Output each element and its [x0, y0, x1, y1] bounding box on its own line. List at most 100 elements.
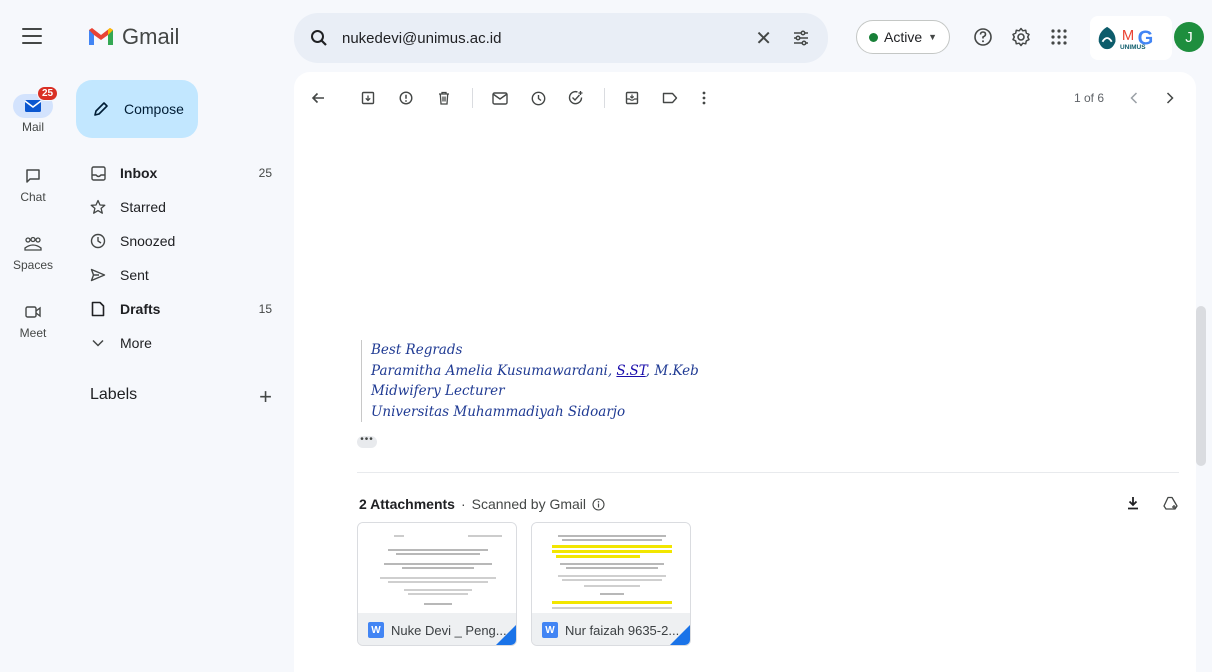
status-label: Active [884, 29, 923, 45]
clock-icon [90, 233, 106, 249]
search-options-icon[interactable] [792, 29, 810, 47]
search-input[interactable]: nukedevi@unimus.ac.id [342, 30, 755, 47]
move-to-icon[interactable] [622, 88, 642, 108]
nav-count: 15 [258, 302, 272, 316]
rail-item-chat[interactable]: Chat [0, 164, 66, 204]
search-bar[interactable]: nukedevi@unimus.ac.id ✕ [294, 13, 828, 63]
page-fold-icon [670, 625, 690, 645]
organization-wordmark: M G UNIMUS [1120, 27, 1153, 51]
document-preview [358, 523, 516, 613]
star-icon [90, 199, 106, 215]
mail-icon: 25 [13, 86, 59, 118]
more-vert-icon[interactable] [694, 88, 714, 108]
main-menu-icon[interactable] [22, 28, 42, 44]
chat-icon [17, 164, 49, 188]
label-tag-icon[interactable] [660, 88, 680, 108]
search-icon[interactable] [310, 29, 328, 47]
attachment-card[interactable]: W Nuke Devi _ Peng... [357, 522, 517, 646]
nav-label: Drafts [120, 301, 161, 317]
mark-unread-icon[interactable] [490, 88, 510, 108]
newer-chevron-icon[interactable] [1124, 88, 1144, 108]
labels-heading: Labels [90, 386, 138, 403]
show-trimmed-content-button[interactable]: ••• [357, 435, 377, 448]
download-all-icon[interactable] [1122, 492, 1144, 514]
word-doc-icon: W [368, 622, 384, 638]
nav-label: Inbox [120, 165, 158, 181]
nav-item-sent[interactable]: Sent [76, 258, 286, 292]
attachment-footer: W Nuke Devi _ Peng... [358, 613, 516, 645]
page-fold-icon [496, 625, 516, 645]
help-icon[interactable] [972, 26, 994, 48]
snooze-clock-icon[interactable] [528, 88, 548, 108]
signature-line: Universitas Muhammadiyah Sidoarjo [371, 403, 626, 420]
caret-down-icon: ▼ [928, 32, 938, 42]
apps-grid-icon[interactable] [1048, 26, 1070, 48]
nav-label: Starred [120, 199, 166, 215]
pencil-icon [94, 102, 108, 116]
add-to-drive-icon[interactable] [1160, 492, 1182, 514]
inbox-icon [90, 165, 106, 181]
toolbar-divider [472, 88, 473, 108]
attachment-card[interactable]: W Nur faizah 9635-2... [531, 522, 691, 646]
folder-nav: Inbox 25 Starred Snoozed Sent Drafts 15 … [76, 156, 286, 360]
signature-link[interactable]: S.ST [616, 363, 645, 379]
app-name: Gmail [122, 24, 180, 49]
settings-gear-icon[interactable] [1010, 26, 1032, 48]
rail-item-spaces[interactable]: Spaces [0, 232, 66, 272]
word-doc-icon: W [542, 622, 558, 638]
signature-line: Midwifery Lecturer [371, 383, 505, 399]
nav-item-drafts[interactable]: Drafts 15 [76, 292, 286, 326]
signature-line: Best Regrads [371, 342, 463, 358]
compose-button[interactable]: Compose [76, 80, 198, 138]
chevron-down-icon [90, 335, 106, 351]
organization-logo[interactable]: M G UNIMUS [1090, 16, 1172, 60]
rail-label-spaces: Spaces [12, 258, 54, 272]
gmail-logo[interactable]: Gmail [88, 24, 179, 50]
svg-text:M: M [1122, 28, 1134, 44]
rail-label-meet: Meet [19, 326, 47, 340]
nav-item-starred[interactable]: Starred [76, 190, 286, 224]
message-scrollbar[interactable] [1196, 306, 1206, 466]
add-label-button[interactable]: + [259, 384, 272, 410]
university-crest-icon [1098, 26, 1116, 50]
document-preview [532, 523, 690, 613]
signature-name: Paramitha Amelia Kusumawardani, S.ST, M.… [371, 362, 699, 379]
attachments-divider [357, 472, 1179, 473]
status-dot-icon [869, 32, 878, 42]
nav-item-snoozed[interactable]: Snoozed [76, 224, 286, 258]
send-icon [90, 267, 106, 283]
add-task-icon[interactable] [566, 88, 586, 108]
message-panel: 1 of 6 Best Regrads Paramitha Amelia Kus… [294, 72, 1196, 672]
attachments-header: 2 Attachments · Scanned by Gmail [359, 496, 605, 512]
email-signature: Best Regrads Paramitha Amelia Kusumaward… [361, 340, 699, 422]
report-spam-icon[interactable] [396, 88, 416, 108]
info-icon[interactable] [592, 497, 605, 511]
toolbar-divider [604, 88, 605, 108]
clear-search-icon[interactable]: ✕ [755, 26, 772, 51]
back-arrow-icon[interactable] [308, 88, 328, 108]
nav-label: More [120, 335, 152, 351]
spaces-icon [17, 232, 49, 256]
rail-item-mail[interactable]: 25 Mail [0, 86, 66, 134]
nav-item-more[interactable]: More [76, 326, 286, 360]
svg-text:UNIMUS: UNIMUS [1120, 44, 1146, 51]
rail-item-meet[interactable]: Meet [0, 300, 66, 340]
nav-item-inbox[interactable]: Inbox 25 [76, 156, 286, 190]
unread-badge: 25 [37, 86, 59, 101]
pagination-label: 1 of 6 [1073, 91, 1104, 105]
compose-label: Compose [124, 101, 184, 117]
draft-icon [90, 301, 106, 317]
gmail-m-icon [89, 28, 113, 45]
delete-trash-icon[interactable] [434, 88, 454, 108]
nav-count: 25 [258, 166, 272, 180]
labels-section: Labels + [90, 384, 280, 409]
nav-label: Snoozed [120, 233, 176, 249]
account-avatar[interactable]: J [1174, 22, 1204, 52]
scan-status: Scanned by Gmail [471, 496, 587, 512]
status-selector[interactable]: Active ▼ [856, 20, 951, 54]
archive-icon[interactable] [358, 88, 378, 108]
attachments-count: 2 Attachments [359, 496, 455, 512]
older-chevron-icon[interactable] [1160, 88, 1180, 108]
video-camera-icon [17, 300, 49, 324]
rail-label-chat: Chat [20, 190, 46, 204]
